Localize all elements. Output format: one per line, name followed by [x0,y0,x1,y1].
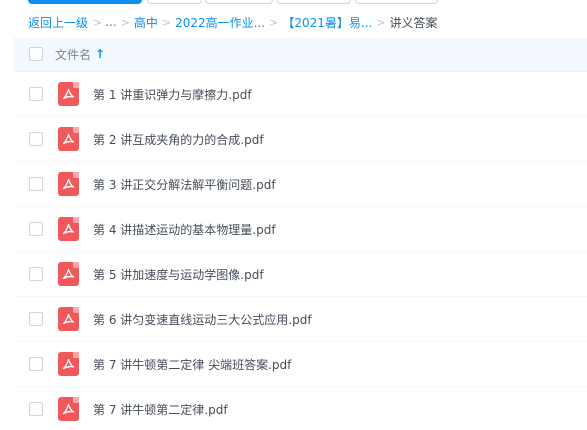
sort-ascending-icon[interactable]: ↑ [95,47,105,61]
pdf-icon [58,307,79,331]
file-name[interactable]: 第 7 讲牛顿第二定律 尖端班答案.pdf [93,356,291,373]
row-checkbox[interactable] [29,222,43,236]
list-item[interactable]: 第 3 讲正交分解法解平衡问题.pdf [14,162,587,207]
breadcrumb: 返回上一级 > ... > 高中 > 2022高一作业... > 【2021暑】… [28,12,438,32]
pdf-icon [58,217,79,241]
file-name[interactable]: 第 7 讲牛顿第二定律.pdf [93,401,228,418]
breadcrumb-separator: > [120,15,130,29]
filename-column-header[interactable]: 文件名 [55,46,91,63]
file-list-header: 文件名 ↑ [14,37,587,72]
breadcrumb-separator: > [376,15,386,29]
file-name[interactable]: 第 5 讲加速度与运动学图像.pdf [93,266,264,283]
select-all-checkbox[interactable] [29,47,43,61]
file-name[interactable]: 第 2 讲互成夹角的力的合成.pdf [93,131,264,148]
breadcrumb-ellipsis[interactable]: ... [105,15,116,29]
breadcrumb-separator: > [269,15,279,29]
list-item[interactable]: 第 6 讲匀变速直线运动三大公式应用.pdf [14,297,587,342]
breadcrumb-back-link[interactable]: 返回上一级 [28,14,88,31]
file-list: 第 1 讲重识弹力与摩擦力.pdf 第 2 讲互成夹角的力的合成.pdf 第 3… [14,72,587,430]
breadcrumb-separator: > [93,15,103,29]
list-item[interactable]: 第 4 讲描述运动的基本物理量.pdf [14,207,587,252]
row-checkbox[interactable] [29,267,43,281]
file-name[interactable]: 第 3 讲正交分解法解平衡问题.pdf [93,176,276,193]
row-checkbox[interactable] [29,177,43,191]
pdf-icon [58,352,79,376]
list-item[interactable]: 第 7 讲牛顿第二定律 尖端班答案.pdf [14,342,587,387]
toolbar-primary-button[interactable] [28,0,142,4]
pdf-icon [58,397,79,421]
breadcrumb-item-summer[interactable]: 【2021暑】易... [282,14,372,31]
pdf-icon [58,172,79,196]
file-name[interactable]: 第 4 讲描述运动的基本物理量.pdf [93,221,276,238]
toolbar-button-2[interactable] [147,0,202,4]
pdf-icon [58,82,79,106]
toolbar-buttons [0,0,587,6]
row-checkbox[interactable] [29,402,43,416]
file-name[interactable]: 第 1 讲重识弹力与摩擦力.pdf [93,86,252,103]
toolbar-button-4[interactable] [276,0,351,4]
list-item[interactable]: 第 2 讲互成夹角的力的合成.pdf [14,117,587,162]
breadcrumb-item-senior-high[interactable]: 高中 [134,14,158,31]
row-checkbox[interactable] [29,87,43,101]
pdf-icon [58,262,79,286]
row-checkbox[interactable] [29,312,43,326]
breadcrumb-current: 讲义答案 [389,15,438,30]
row-checkbox[interactable] [29,357,43,371]
breadcrumb-separator: > [161,15,172,29]
list-item[interactable]: 第 7 讲牛顿第二定律.pdf [14,387,587,430]
list-item[interactable]: 第 1 讲重识弹力与摩擦力.pdf [14,72,587,117]
row-checkbox[interactable] [29,132,43,146]
toolbar-button-3[interactable] [205,0,273,4]
file-name[interactable]: 第 6 讲匀变速直线运动三大公式应用.pdf [93,311,312,328]
pdf-icon [58,127,79,151]
list-item[interactable]: 第 5 讲加速度与运动学图像.pdf [14,252,587,297]
toolbar-button-5[interactable] [355,0,438,4]
breadcrumb-item-homework[interactable]: 2022高一作业... [175,14,265,31]
